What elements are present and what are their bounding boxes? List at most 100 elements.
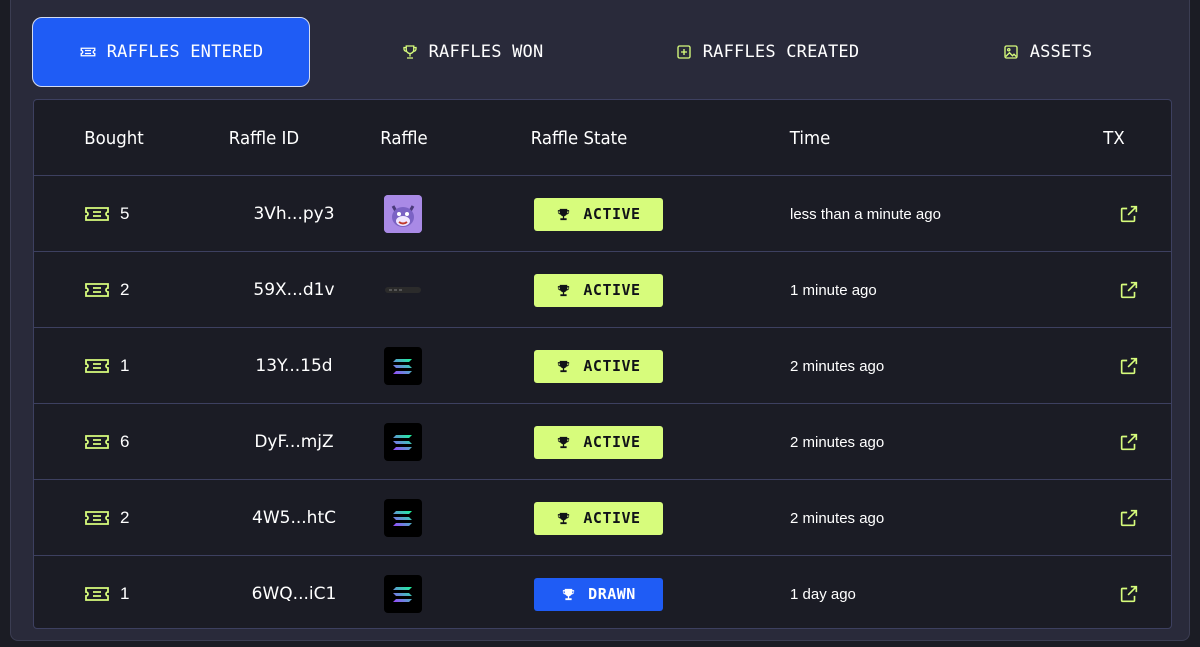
header-bought: Bought <box>84 127 144 149</box>
raffles-table: Bought Raffle ID Raffle Raffle State Tim… <box>33 99 1172 629</box>
ticket-icon <box>84 432 110 452</box>
header-raffle: Raffle <box>380 127 428 149</box>
tab-raffles-entered[interactable]: RAFFLES ENTERED <box>32 17 310 87</box>
time-cell: 2 minutes ago <box>790 433 885 451</box>
trophy-icon <box>558 360 570 372</box>
tx-link-button[interactable] <box>1114 480 1144 556</box>
state-cell: DRAWN <box>534 556 664 628</box>
ticket-icon <box>84 584 110 604</box>
status-badge: ACTIVE <box>534 349 663 383</box>
state-cell: ACTIVE <box>534 404 664 480</box>
time-cell: 1 minute ago <box>790 281 877 299</box>
state-cell: ACTIVE <box>534 252 664 328</box>
raffle-id: 13Y...15d <box>255 356 333 376</box>
tab-label: RAFFLES WON <box>428 42 544 62</box>
ticket-icon <box>79 43 97 61</box>
external-share-icon <box>1120 357 1138 375</box>
table-row: 2 4W5...htC ACTIVE 2 minutes ago <box>34 480 1171 556</box>
tab-label: RAFFLES CREATED <box>702 42 860 62</box>
tx-link-button[interactable] <box>1114 404 1144 480</box>
header-tx: TX <box>1103 127 1125 149</box>
tx-link-button[interactable] <box>1114 328 1144 404</box>
trophy-icon <box>558 208 570 220</box>
raffle-id: 6WQ...iC1 <box>251 584 337 604</box>
bought-cell: 2 <box>84 252 204 328</box>
table-header: Bought Raffle ID Raffle Raffle State Tim… <box>34 100 1171 176</box>
raffle-id: 59X...d1v <box>253 280 335 300</box>
ticket-icon <box>84 508 110 528</box>
external-share-icon <box>1120 509 1138 527</box>
tx-link-button[interactable] <box>1114 556 1144 628</box>
status-label: DRAWN <box>588 585 636 603</box>
status-badge: DRAWN <box>534 577 663 611</box>
table-row: 1 6WQ...iC1 DRAWN 1 day ago <box>34 556 1171 628</box>
trophy-icon <box>558 512 570 524</box>
solana-logo-thumbnail <box>384 423 422 461</box>
time-cell: 2 minutes ago <box>790 509 885 527</box>
trophy-icon <box>558 284 570 296</box>
status-label: ACTIVE <box>583 433 641 451</box>
status-label: ACTIVE <box>583 357 641 375</box>
table-row: 6 DyF...mjZ ACTIVE 2 minutes ago <box>34 404 1171 480</box>
status-badge: ACTIVE <box>534 425 663 459</box>
bought-count: 2 <box>120 280 130 299</box>
bought-count: 1 <box>120 356 130 375</box>
raffle-image-cell[interactable] <box>384 252 424 328</box>
image-icon <box>1002 43 1020 61</box>
tx-link-button[interactable] <box>1114 252 1144 328</box>
tab-assets[interactable]: ASSETS <box>962 17 1132 87</box>
raffle-image-cell[interactable] <box>384 556 424 628</box>
raffle-image-cell[interactable] <box>384 176 424 252</box>
cat-nft-thumbnail <box>384 195 422 233</box>
bought-count: 6 <box>120 432 130 451</box>
bought-cell: 6 <box>84 404 204 480</box>
tx-link-button[interactable] <box>1114 176 1144 252</box>
table-row: 5 3Vh...py3 ACTIVE less than a minute ag… <box>34 176 1171 252</box>
bought-count: 5 <box>120 204 130 223</box>
table-row: 1 13Y...15d ACTIVE 2 minutes ago <box>34 328 1171 404</box>
tab-bar: RAFFLES ENTERED RAFFLES WON RAFFLES CREA… <box>32 17 1168 87</box>
header-time: Time <box>789 127 831 149</box>
tab-label: ASSETS <box>1029 42 1093 62</box>
bought-count: 1 <box>120 584 130 603</box>
external-share-icon <box>1120 433 1138 451</box>
device-bar-thumbnail <box>384 271 422 309</box>
status-label: ACTIVE <box>583 205 641 223</box>
raffle-image-cell[interactable] <box>384 404 424 480</box>
status-label: ACTIVE <box>583 509 641 527</box>
status-badge: ACTIVE <box>534 501 663 535</box>
state-cell: ACTIVE <box>534 480 664 556</box>
raffle-image-cell[interactable] <box>384 328 424 404</box>
raffle-id: 4W5...htC <box>252 508 336 528</box>
external-share-icon <box>1120 281 1138 299</box>
solana-logo-thumbnail <box>384 347 422 385</box>
header-raffle-state: Raffle State <box>530 127 628 149</box>
state-cell: ACTIVE <box>534 328 664 404</box>
bought-cell: 5 <box>84 176 204 252</box>
time-cell: 1 day ago <box>790 585 856 603</box>
tab-label: RAFFLES ENTERED <box>106 42 264 62</box>
header-raffle-id: Raffle ID <box>228 127 300 149</box>
ticket-icon <box>84 280 110 300</box>
trophy-icon <box>401 43 419 61</box>
raffle-image-cell[interactable] <box>384 480 424 556</box>
solana-logo-thumbnail <box>384 499 422 537</box>
bought-count: 2 <box>120 508 130 527</box>
external-share-icon <box>1120 585 1138 603</box>
tab-raffles-created[interactable]: RAFFLES CREATED <box>652 17 882 87</box>
solana-logo-thumbnail <box>384 575 422 613</box>
raffle-id: DyF...mjZ <box>254 432 334 452</box>
status-badge: ACTIVE <box>534 197 663 231</box>
plus-square-icon <box>675 43 693 61</box>
bought-cell: 1 <box>84 328 204 404</box>
ticket-icon <box>84 356 110 376</box>
external-share-icon <box>1120 205 1138 223</box>
time-cell: 2 minutes ago <box>790 357 885 375</box>
status-badge: ACTIVE <box>534 273 663 307</box>
status-label: ACTIVE <box>583 281 641 299</box>
time-cell: less than a minute ago <box>790 205 941 223</box>
trophy-icon <box>563 588 575 600</box>
raffle-id: 3Vh...py3 <box>253 204 335 224</box>
table-row: 2 59X...d1v ACTIVE 1 minute ago <box>34 252 1171 328</box>
tab-raffles-won[interactable]: RAFFLES WON <box>372 17 572 87</box>
